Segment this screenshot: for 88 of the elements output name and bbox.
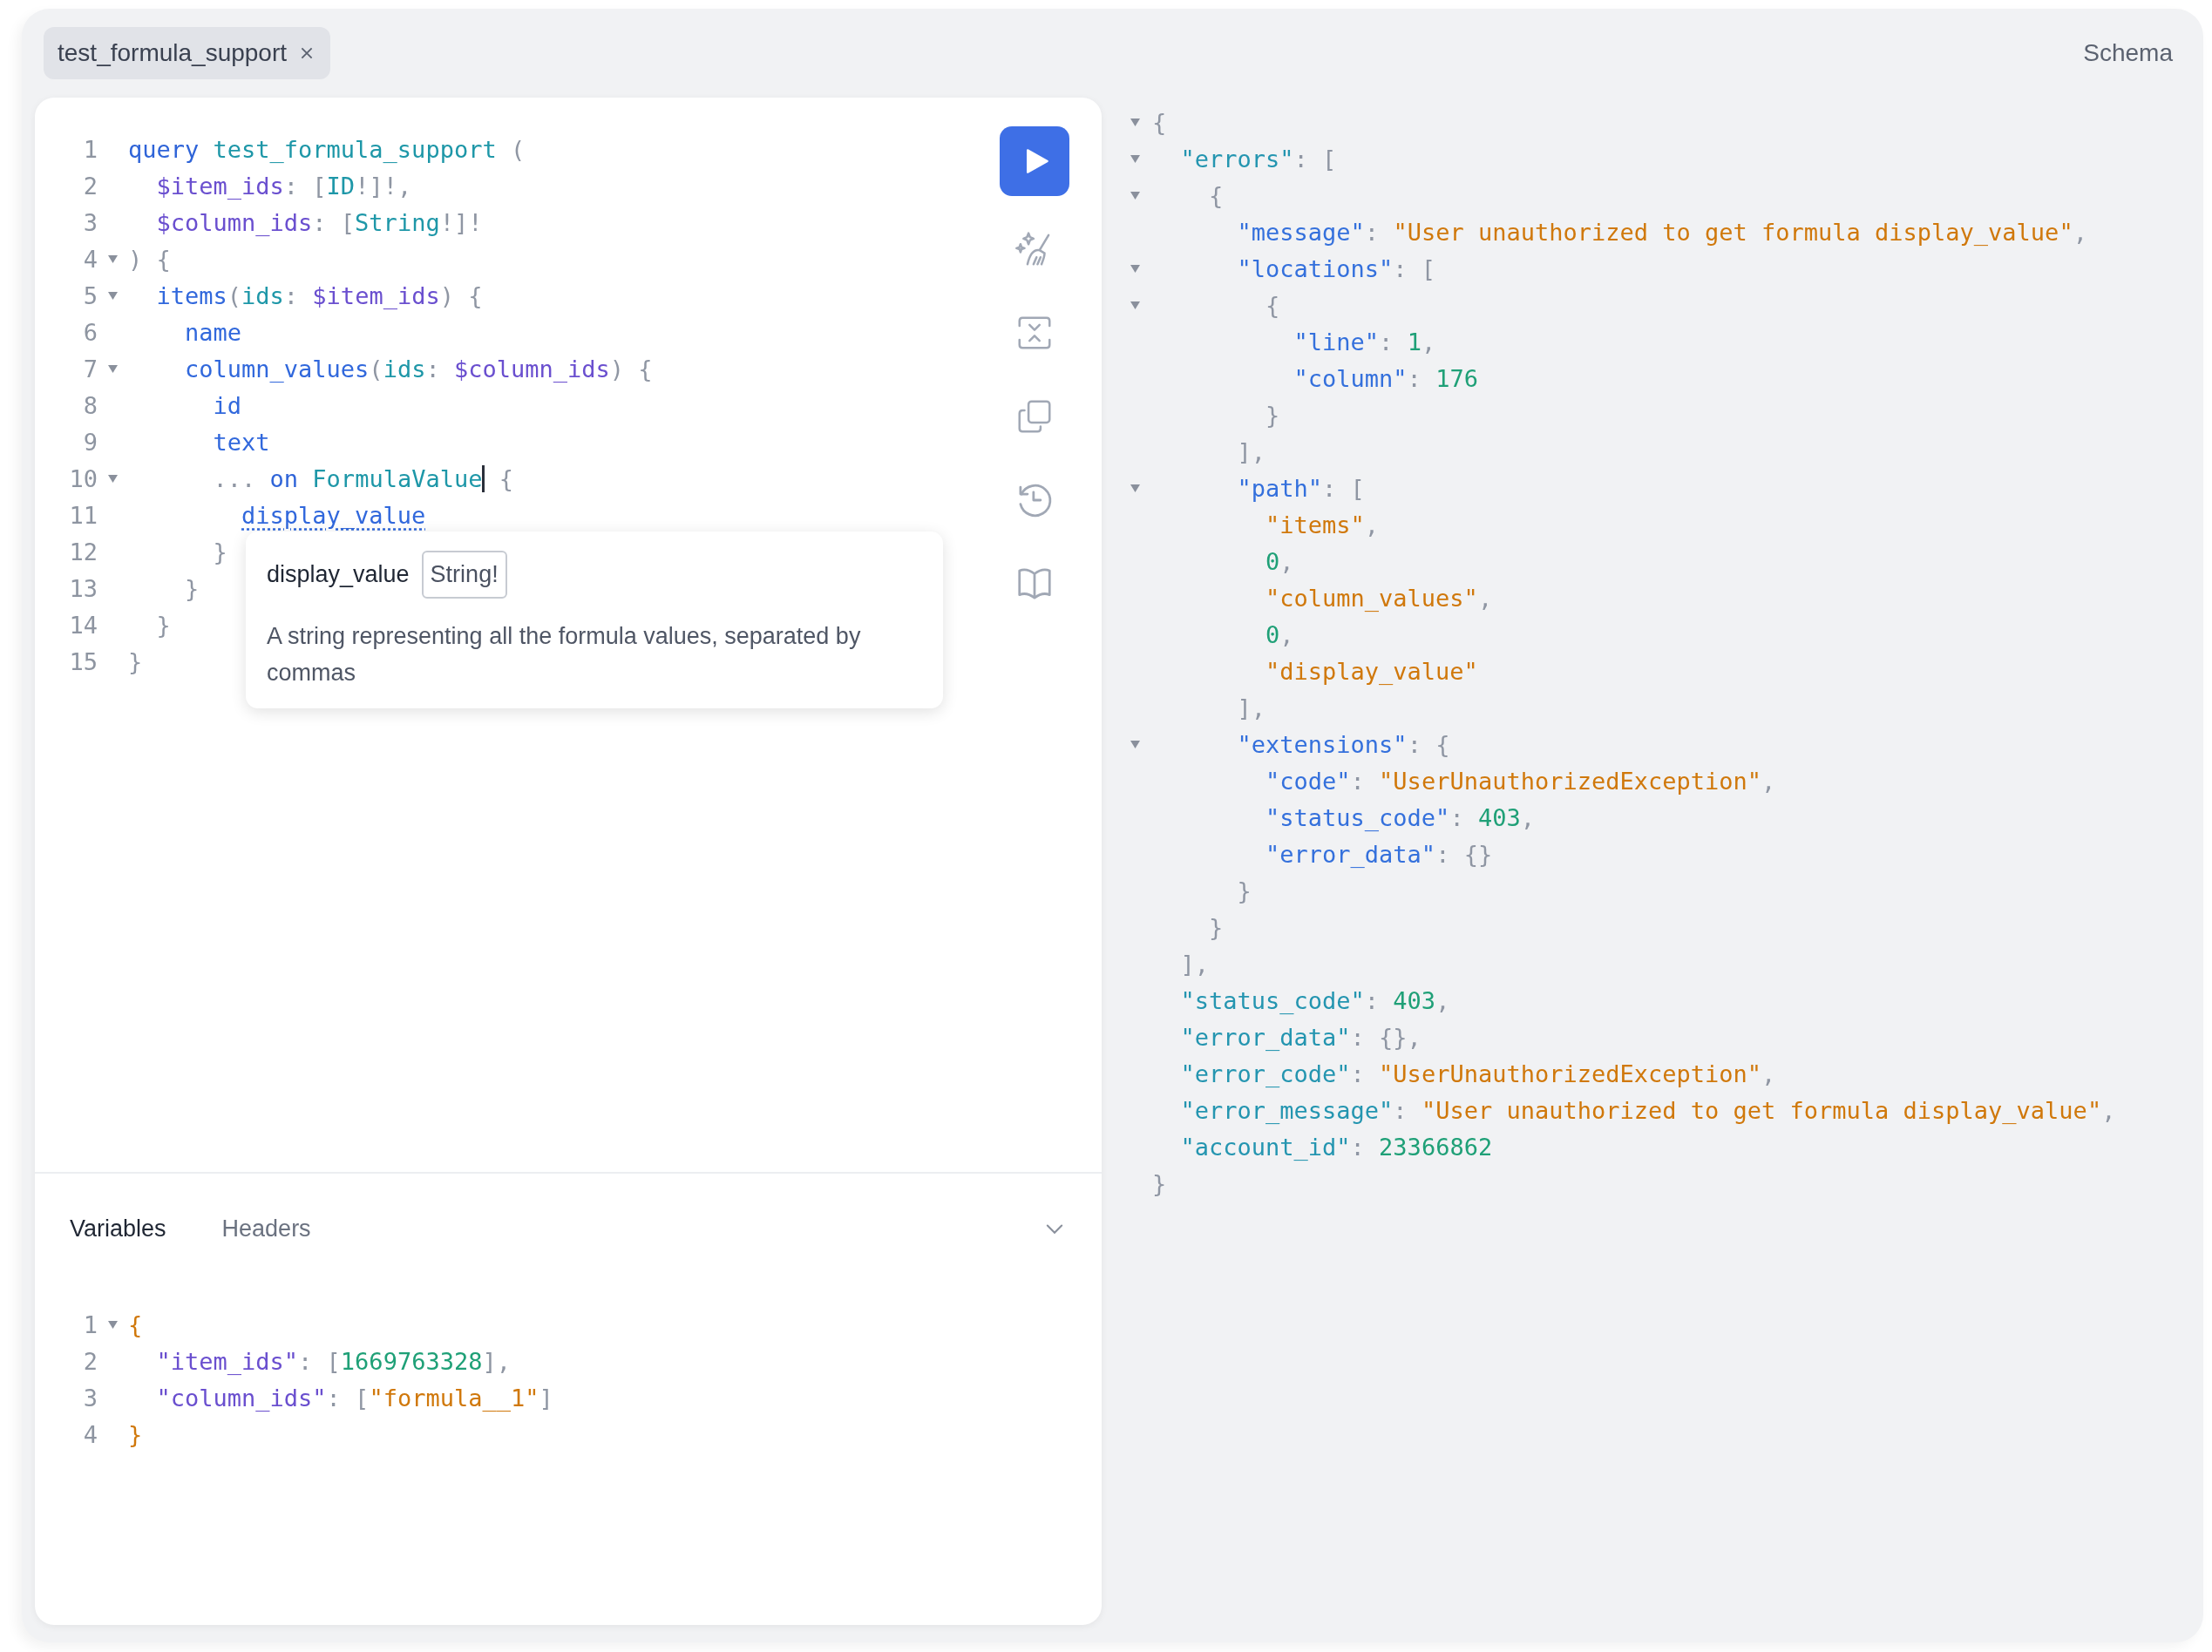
code-line: ... on FormulaValue { xyxy=(212,464,513,492)
schema-link[interactable]: Schema xyxy=(2083,39,2173,67)
code-line: "error_message": "User unauthorized to get formula display_value", xyxy=(1179,1096,2116,1124)
line-number: 2 xyxy=(82,172,98,200)
code-line: "error_data": {}, xyxy=(1179,1023,1422,1051)
fold-icon[interactable] xyxy=(1130,118,1140,126)
fold-icon[interactable] xyxy=(1130,301,1140,309)
code-line: { xyxy=(1152,108,1167,136)
code-line: { xyxy=(1208,181,1224,209)
code-line: display_value xyxy=(241,501,426,529)
query-tab[interactable]: test_formula_support xyxy=(44,27,331,79)
line-number: 13 xyxy=(68,574,98,602)
type-badge[interactable]: String! xyxy=(421,551,507,599)
code-line: "items", xyxy=(1265,511,1380,538)
code-line: query test_formula_support ( xyxy=(128,135,526,163)
line-number: 4 xyxy=(82,245,98,273)
code-line: } xyxy=(155,611,171,639)
field-description: A string representing all the formula values, separated by commas xyxy=(267,622,862,687)
line-number: 1 xyxy=(82,135,98,163)
code-line: ], xyxy=(1179,950,1210,978)
code-line: "code": "UserUnauthorizedException", xyxy=(1265,767,1776,795)
code-line: "column_values", xyxy=(1265,584,1493,612)
code-line: column_values(ids: $column_ids) { xyxy=(184,355,653,383)
fold-icon[interactable] xyxy=(108,254,118,263)
code-line: } xyxy=(212,538,227,565)
line-number: 7 xyxy=(82,355,98,383)
code-line: "message": "User unauthorized to get formula display_value", xyxy=(1236,218,2087,246)
code-line: { xyxy=(128,1310,143,1338)
line-number: 12 xyxy=(68,538,98,565)
code-line: } xyxy=(1152,1169,1167,1197)
line-number: 10 xyxy=(68,464,98,492)
panel-tab[interactable]: Variables xyxy=(70,1215,166,1242)
code-line: "item_ids": [1669763328], xyxy=(155,1347,511,1375)
fold-icon[interactable] xyxy=(108,364,118,373)
code-line: name xyxy=(184,318,242,346)
code-line: } xyxy=(1265,401,1280,429)
code-line: $item_ids: [ID!]!, xyxy=(155,172,412,200)
code-line: "status_code": 403, xyxy=(1265,803,1535,831)
code-line: id xyxy=(212,391,242,419)
line-number: 4 xyxy=(82,1420,98,1448)
line-number: 15 xyxy=(68,647,98,675)
code-line: $column_ids: [String!]! xyxy=(155,208,483,236)
line-number: 14 xyxy=(68,611,98,639)
code-line: "errors": [ xyxy=(1179,145,1337,173)
code-line: } xyxy=(128,1420,143,1448)
line-number: 8 xyxy=(82,391,98,419)
fold-icon[interactable] xyxy=(1130,154,1140,163)
fold-icon[interactable] xyxy=(1130,740,1140,748)
field-name: display_value xyxy=(267,561,410,588)
fold-icon[interactable] xyxy=(1130,191,1140,200)
code-line: } xyxy=(1236,877,1252,904)
code-line: ], xyxy=(1236,437,1266,465)
fold-icon[interactable] xyxy=(108,291,118,300)
code-line: "error_data": {} xyxy=(1265,840,1493,868)
code-line: ], xyxy=(1236,694,1266,721)
code-line: "line": 1, xyxy=(1293,328,1436,355)
code-line: items(ids: $item_ids) { xyxy=(155,281,483,309)
fold-icon[interactable] xyxy=(108,1320,118,1329)
code-line: "path": [ xyxy=(1236,474,1365,502)
line-number: 1 xyxy=(82,1310,98,1338)
panel-tab[interactable]: Headers xyxy=(221,1215,311,1242)
line-number: 3 xyxy=(82,208,98,236)
code-line: "display_value" xyxy=(1265,657,1478,685)
code-line: "account_id": 23366862 xyxy=(1179,1133,1493,1161)
code-line: 0, xyxy=(1265,620,1294,648)
code-line: "column_ids": ["formula__1"] xyxy=(155,1384,553,1412)
line-number: 6 xyxy=(82,318,98,346)
code-line: } xyxy=(184,574,200,602)
line-number: 3 xyxy=(82,1384,98,1412)
code-line: ) { xyxy=(128,245,171,273)
line-number: 9 xyxy=(82,428,98,456)
line-number: 5 xyxy=(82,281,98,309)
run-button[interactable] xyxy=(999,126,1069,196)
fold-icon[interactable] xyxy=(1130,484,1140,492)
code-line: } xyxy=(1208,913,1224,941)
line-number: 11 xyxy=(68,501,98,529)
code-line: "status_code": 403, xyxy=(1179,986,1450,1014)
fold-icon[interactable] xyxy=(1130,264,1140,273)
code-line: "extensions": { xyxy=(1236,730,1450,758)
code-line: "error_code": "UserUnauthorizedException", xyxy=(1179,1060,1776,1087)
fold-icon[interactable] xyxy=(108,474,118,483)
line-number: 2 xyxy=(82,1347,98,1375)
code-line: text xyxy=(212,428,270,456)
code-line: } xyxy=(128,647,143,675)
code-line: "column": 176 xyxy=(1293,364,1478,392)
code-line: 0, xyxy=(1265,547,1294,575)
code-line: { xyxy=(1265,291,1280,319)
code-line: "locations": [ xyxy=(1236,254,1436,282)
